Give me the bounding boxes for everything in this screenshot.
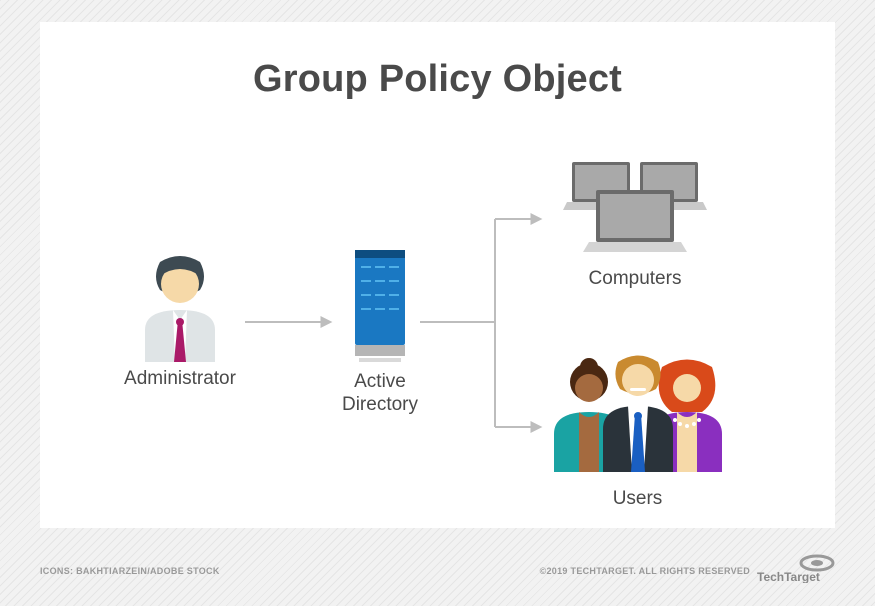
icon-credit: ICONS: BAKHTIARZEIN/ADOBE STOCK bbox=[40, 566, 220, 576]
node-administrator: Administrator bbox=[115, 252, 245, 391]
active-directory-label: Active Directory bbox=[330, 371, 430, 417]
server-icon bbox=[345, 250, 415, 365]
node-active-directory: Active Directory bbox=[330, 250, 430, 417]
administrator-label: Administrator bbox=[115, 368, 245, 391]
users-label: Users bbox=[540, 488, 735, 511]
computers-label: Computers bbox=[545, 268, 725, 291]
svg-text:TechTarget: TechTarget bbox=[757, 570, 820, 583]
copyright-text: ©2019 TECHTARGET. ALL RIGHTS RESERVED bbox=[540, 566, 750, 576]
node-computers: Computers bbox=[545, 162, 725, 291]
users-icon bbox=[543, 352, 733, 482]
diagram-title: Group Policy Object bbox=[40, 58, 835, 101]
node-users: Users bbox=[540, 352, 735, 511]
diagram-panel: Group Policy Object Administrator bbox=[40, 22, 835, 528]
techtarget-logo: TechTarget bbox=[757, 553, 835, 588]
administrator-icon bbox=[130, 252, 230, 362]
laptops-icon bbox=[550, 162, 720, 262]
